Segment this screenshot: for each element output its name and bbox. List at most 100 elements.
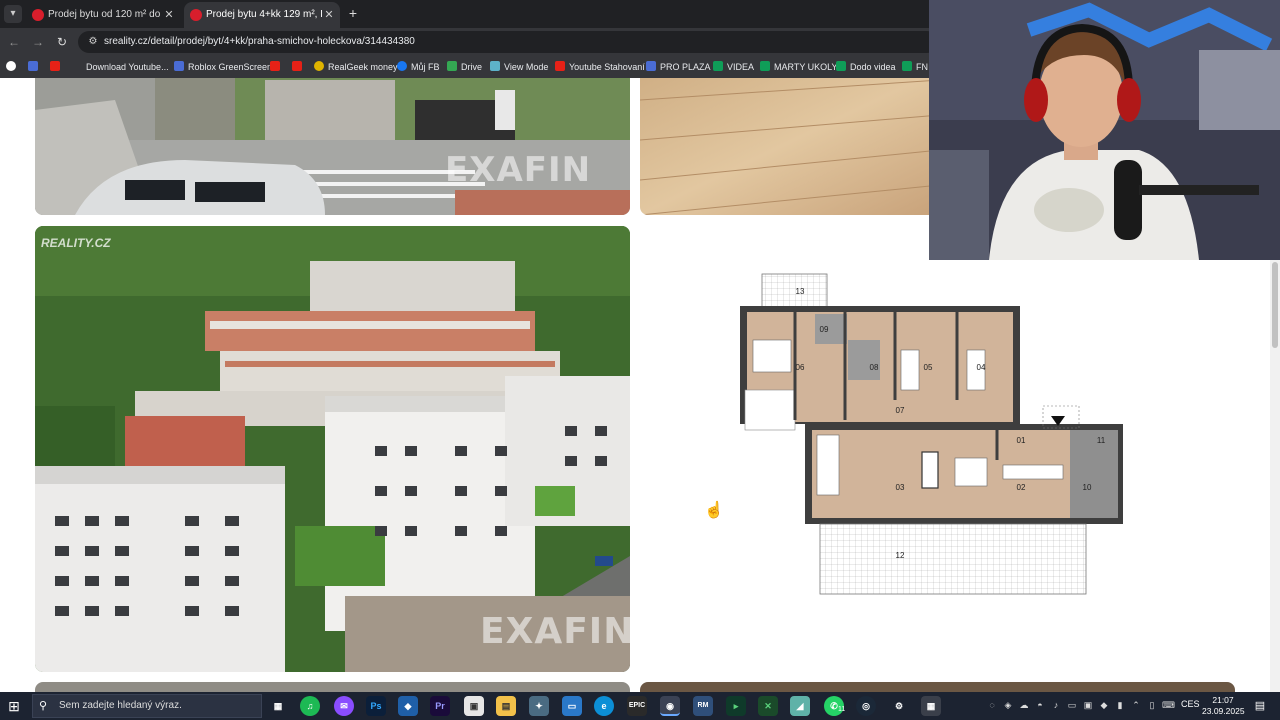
premiere-pro-icon[interactable]: Pr: [430, 696, 450, 716]
youtube-icon[interactable]: [292, 60, 306, 74]
taskbar-search-placeholder: Sem zadejte hledaný výraz.: [59, 700, 182, 711]
hand-cursor-icon: ☝: [704, 502, 724, 519]
youtube-icon[interactable]: [270, 60, 284, 74]
whatsapp-badge: 11: [838, 706, 846, 713]
tray-gamepad-icon[interactable]: ◓: [1034, 698, 1046, 712]
remote-icon[interactable]: RM: [693, 696, 713, 716]
bookmark-view-mode[interactable]: View Mode: [490, 60, 548, 74]
tab-listing-search[interactable]: Prodej bytu od 120 m² do 130 m² ✕: [26, 2, 180, 28]
notes-icon[interactable]: ◢: [790, 696, 810, 716]
bookmark-youtube-stahovani[interactable]: Youtube Stahovaní: [555, 60, 645, 74]
tab-title: Prodej bytu od 120 m² do 130 m²: [48, 9, 162, 20]
terminal-icon[interactable]: ▸: [726, 696, 746, 716]
tray-display-icon[interactable]: ▣: [1082, 698, 1094, 712]
tray-cloud-icon[interactable]: ☁: [1018, 698, 1030, 712]
bookmark-drive[interactable]: Drive: [447, 60, 482, 74]
room-06-label: 06: [796, 363, 805, 372]
wood-floor-image: [640, 78, 940, 215]
tab-title: Prodej bytu 4+kk 129 m², Holečkova: [206, 9, 322, 20]
view-icon: [490, 61, 500, 71]
gallery-photo-aerial-building[interactable]: REALITY.CZ EXAFIN: [35, 226, 630, 672]
sheets-icon: [836, 61, 846, 71]
room-04-label: 04: [977, 363, 986, 372]
gallery-photo-next-1[interactable]: [35, 682, 630, 692]
address-bar[interactable]: ⚙ sreality.cz/detail/prodej/byt/4+kk/pra…: [78, 31, 938, 53]
notification-icon[interactable]: ▤: [1252, 698, 1268, 714]
window-icon[interactable]: ▭: [562, 696, 582, 716]
tray-app-icon[interactable]: ◆: [1098, 698, 1110, 712]
windows-start-icon[interactable]: ⊞: [6, 698, 22, 714]
edge-icon[interactable]: e: [594, 696, 614, 716]
chrome-icon[interactable]: ◉: [660, 696, 680, 716]
close-tab-icon[interactable]: ✕: [162, 2, 176, 28]
calculator-icon[interactable]: ▦: [921, 696, 941, 716]
tools-icon[interactable]: ✦: [529, 696, 549, 716]
volume-icon[interactable]: ♪: [1050, 698, 1062, 712]
taskbar-search-box[interactable]: ⚲ Sem zadejte hledaný výraz.: [32, 694, 262, 718]
sreality-favicon-icon: [32, 9, 44, 21]
bookmark-pro-plaza[interactable]: PRO PLAZA: [646, 60, 711, 74]
store-icon[interactable]: ▣: [464, 696, 484, 716]
gallery-floorplan[interactable]: 13 09 06 08 05 04 07 01 11 03 02 10 12: [735, 270, 1130, 595]
input-language[interactable]: CES: [1181, 699, 1200, 709]
room-07-label: 07: [896, 406, 905, 415]
files-icon[interactable]: ◆: [398, 696, 418, 716]
bookmark-videa[interactable]: VIDEA: [713, 60, 754, 74]
bookmark-dodo-videa[interactable]: Dodo videa: [836, 60, 896, 74]
bookmark-muj-fb[interactable]: Můj FB: [397, 60, 440, 74]
steam-icon[interactable]: ◎: [856, 696, 876, 716]
clock-date: 23.09.2025: [1202, 706, 1245, 716]
room-09-label: 09: [820, 325, 829, 334]
bookmark-roblox-greenscreen[interactable]: Roblox GreenScreen: [174, 60, 272, 74]
tray-status-icon[interactable]: ◌: [986, 698, 998, 712]
tray-shield-icon[interactable]: ◈: [1002, 698, 1014, 712]
room-01-label: 01: [1017, 436, 1026, 445]
tab-listing-detail[interactable]: Prodej bytu 4+kk 129 m², Holečkova ✕: [184, 2, 340, 28]
tray-battery-icon[interactable]: ▯: [1146, 698, 1158, 712]
epic-games-icon[interactable]: EPIC: [627, 696, 647, 716]
back-arrow-icon[interactable]: ←: [6, 34, 22, 50]
url-text[interactable]: sreality.cz/detail/prodej/byt/4+kk/praha…: [104, 35, 415, 49]
gallery-photo-next-2[interactable]: [640, 682, 1235, 692]
room-05-label: 05: [924, 363, 933, 372]
room-12-label: 12: [896, 551, 905, 560]
gallery-photo-street-garage[interactable]: EXAFIN: [35, 78, 630, 215]
coin-icon: [314, 61, 324, 71]
taskbar-clock[interactable]: 21:07 23.09.2025: [1202, 695, 1245, 717]
keyboard-icon[interactable]: ⌨: [1162, 698, 1175, 712]
room-11-label: 11: [1097, 436, 1106, 445]
youtube-icon[interactable]: [50, 60, 64, 74]
gallery-photo-wood-floor[interactable]: [640, 78, 940, 215]
microphone-icon[interactable]: ▮: [1114, 698, 1126, 712]
forward-arrow-icon[interactable]: →: [30, 34, 46, 50]
watermark-text: EXAFIN: [480, 611, 630, 652]
bookmarks-apps-icon[interactable]: [6, 60, 20, 74]
tab-search-menu-button[interactable]: ▾: [4, 5, 22, 23]
reload-icon[interactable]: ↻: [54, 34, 70, 50]
youtube-icon: [555, 61, 565, 71]
room-10-label: 10: [1083, 483, 1092, 492]
photoshop-icon[interactable]: Ps: [366, 696, 386, 716]
spotify-icon[interactable]: ♫: [300, 696, 320, 716]
tray-expand-icon[interactable]: ⌃: [1130, 698, 1142, 712]
bookmark-marty-ukoly[interactable]: MARTY UKOLY: [760, 60, 838, 74]
messenger-icon[interactable]: ✉: [334, 696, 354, 716]
file-explorer-icon[interactable]: ▤: [496, 696, 516, 716]
task-view-icon[interactable]: ▦: [268, 696, 288, 716]
bookmark-download-youtube[interactable]: Download Youtube...: [86, 60, 169, 74]
sreality-favicon-icon: [190, 9, 202, 21]
facebook-icon: [397, 61, 407, 71]
scrollbar-thumb[interactable]: [1272, 262, 1278, 348]
network-icon[interactable]: ▭: [1066, 698, 1078, 712]
site-info-icon[interactable]: ⚙: [86, 35, 100, 49]
close-tab-icon[interactable]: ✕: [322, 2, 336, 28]
bookmark-folder-icon[interactable]: [28, 60, 42, 74]
street-garage-image: [35, 78, 630, 215]
sheets-icon: [713, 61, 723, 71]
media-icon[interactable]: ✕: [758, 696, 778, 716]
bookmark-realgeek-money[interactable]: RealGeek money: [314, 60, 398, 74]
new-tab-button[interactable]: +: [344, 4, 362, 22]
settings-gear-icon[interactable]: ⚙: [889, 696, 909, 716]
room-08-label: 08: [870, 363, 879, 372]
bookmark-fn[interactable]: FN: [902, 60, 928, 74]
